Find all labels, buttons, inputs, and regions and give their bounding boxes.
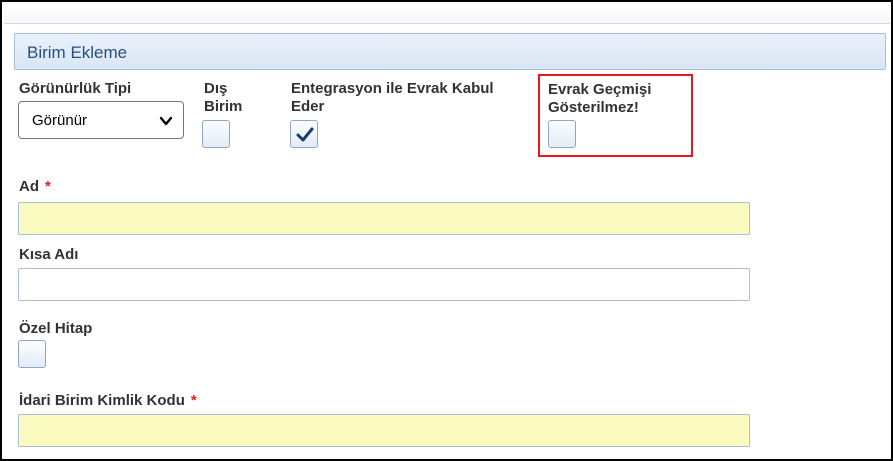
short-name-label: Kısa Adı	[19, 246, 79, 263]
admin-unit-id-label-text: İdari Birim Kimlik Kodu	[19, 392, 185, 409]
special-address-label: Özel Hitap	[19, 320, 93, 337]
short-name-input[interactable]	[18, 268, 750, 301]
integration-accept-label-line1: Entegrasyon ile Evrak Kabul	[291, 80, 494, 97]
name-label: Ad *	[19, 178, 51, 196]
history-hidden-label-line2: Gösterilmez!	[548, 99, 639, 116]
name-label-text: Ad	[19, 178, 39, 195]
top-toolbar-strip	[4, 4, 890, 24]
visibility-type-value: Görünür	[32, 112, 88, 129]
integration-accept-checkbox[interactable]	[290, 120, 318, 148]
special-address-checkbox[interactable]	[18, 340, 46, 368]
checkmark-icon	[296, 127, 314, 142]
external-unit-label-line2: Birim	[204, 98, 243, 115]
name-required-mark: *	[45, 178, 51, 195]
window-frame: Birim Ekleme Görünürlük Tipi Görünür Dış…	[0, 0, 893, 461]
history-hidden-label-line1: Evrak Geçmişi	[548, 81, 652, 98]
admin-unit-id-input[interactable]	[18, 414, 750, 447]
chevron-down-icon	[159, 116, 173, 126]
integration-accept-label-line2: Eder	[291, 98, 325, 115]
history-hidden-checkbox[interactable]	[548, 120, 576, 148]
panel-title: Birim Ekleme	[27, 43, 128, 62]
admin-unit-id-required-mark: *	[190, 392, 197, 409]
external-unit-label-line1: Dış	[204, 80, 228, 97]
admin-unit-id-label: İdari Birim Kimlik Kodu *	[19, 392, 197, 410]
panel-header: Birim Ekleme	[14, 33, 886, 70]
visibility-type-select[interactable]: Görünür	[18, 101, 184, 139]
visibility-type-label: Görünürlük Tipi	[19, 80, 132, 97]
name-input[interactable]	[18, 202, 750, 235]
external-unit-checkbox[interactable]	[202, 120, 230, 148]
